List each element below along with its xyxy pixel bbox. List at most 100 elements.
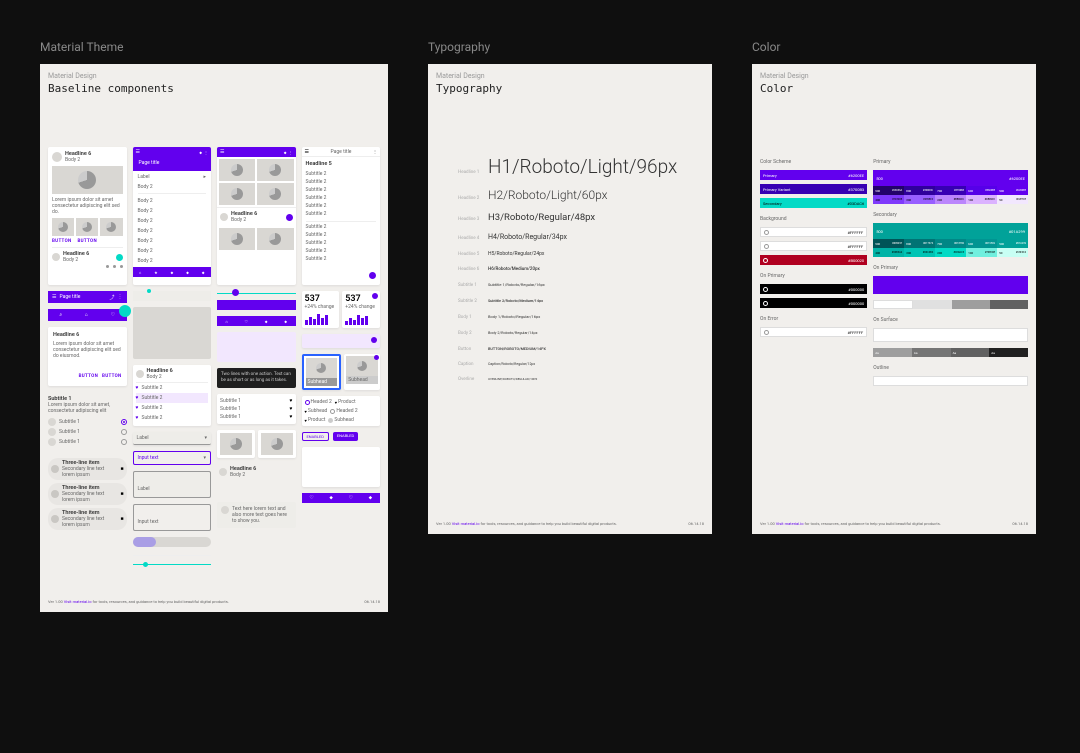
sheet (302, 447, 381, 487)
typography-panel: Material Design Typography Headline 1H1/… (428, 64, 712, 534)
swatch-on-error: #FFFFFF (760, 327, 867, 337)
pie-icon (357, 361, 367, 371)
on-surface-sample (873, 328, 1028, 342)
tone-swatch: 800#017374 (904, 239, 935, 248)
tone-swatch: 50#F2E7FE (997, 195, 1028, 204)
swatch-primary-variant: Primary Variant#3700B3 (760, 184, 867, 194)
footer: Ver 1.00 Visit material.io for tools, re… (436, 521, 704, 526)
tone-swatch: 200#03DAC5 (935, 248, 966, 257)
tone-swatch: 900#005457 (873, 239, 904, 248)
tabs: ⌂♡⬥⬥ (217, 316, 296, 326)
list-item[interactable]: Three-line itemSecondary line text lorem… (48, 458, 127, 480)
banner (217, 332, 296, 362)
panel-header: Material Design (760, 72, 1028, 80)
pie-icon (231, 188, 243, 200)
bottom-nav: ♡⬥♡⬥ (302, 493, 381, 503)
chip-row: Text here lorem text and also more text … (217, 502, 296, 528)
pie-icon (269, 188, 281, 200)
tone-swatch: 100#DBB2FF (966, 195, 997, 204)
more-icon[interactable]: ⋮ (118, 294, 123, 300)
typography-scale-row: CaptionCaption/Roboto/Regular/12px (458, 362, 704, 367)
card-small (217, 430, 255, 458)
card-button[interactable]: BUTTON (77, 239, 96, 244)
app-bar: ☰Page title⤴⋮ (48, 291, 127, 303)
footer: Ver 1.00 Visit material.io for tools, re… (48, 599, 380, 604)
tone-swatch: 700#3700B3 (935, 186, 966, 195)
footer: Ver 1.00 Visit material.io for tools, re… (760, 521, 1028, 526)
share-icon[interactable]: ⤴ (109, 294, 114, 301)
chip[interactable]: ENABLED (333, 432, 358, 441)
on-primary-sample (873, 276, 1028, 294)
color-panel: Material Design Color Color Scheme Prima… (752, 64, 1036, 534)
panel-subtitle: Typography (436, 82, 704, 95)
panel-header: Material Design (48, 72, 380, 80)
banner-small (302, 334, 381, 348)
card-button[interactable]: BUTTON (52, 239, 71, 244)
panel-title-material: Material Theme (40, 40, 388, 54)
tone-swatch: 300#985EFF (904, 195, 935, 204)
footer-link[interactable]: Visit material.io (64, 599, 92, 604)
typography-scale-row: Body 1Body 1/Roboto/Regular/16px (458, 314, 704, 320)
tone-swatch: 400#00B3A6 (873, 248, 904, 257)
pie-icon (269, 233, 281, 245)
tone-swatch: 600#5600E8 (966, 186, 997, 195)
list-item[interactable]: Three-line itemSecondary line text lorem… (48, 483, 127, 505)
divider (133, 555, 212, 556)
snackbar: Two lines with one action. Text can be a… (217, 368, 296, 388)
image-card[interactable]: Subhead (344, 354, 380, 390)
typography-scale-row: Headline 2H2/Roboto/Light/60px (458, 188, 704, 202)
pie-icon (82, 222, 92, 232)
tone-swatch: 500#6200EE (997, 186, 1028, 195)
menu-icon[interactable]: ☰ (52, 294, 56, 300)
typography-scale-row: Subtitle 1Subtitle 1/Roboto/Regular/16px (458, 282, 704, 288)
stat-card: 537 +24% change (342, 291, 380, 328)
typography-scale-row: Headline 1H1/Roboto/Light/96px (458, 155, 704, 178)
chip[interactable]: ENABLED (302, 432, 329, 441)
share-icon[interactable] (113, 265, 116, 268)
bottom-bar: ⌕ ⌂ ♡ (48, 309, 127, 321)
panel-subtitle: Color (760, 82, 1028, 95)
text-field-filled[interactable]: Label▾ (133, 432, 212, 445)
pie-icon (269, 164, 281, 176)
tone-swatch: 600#019592 (966, 239, 997, 248)
dialog-button[interactable]: BUTTON (102, 374, 121, 379)
typography-scale-row: Body 2Body 2/Roboto/Regular/14px (458, 330, 704, 336)
image-grid: ☰ ⬥⋮ Headline 6Body 2 (217, 147, 296, 285)
typography-scale-row: ButtonBUTTON/ROBOTO/MEDIUM/14PX (458, 346, 704, 352)
slider[interactable] (133, 537, 212, 547)
tone-swatch: 900#23036A (873, 186, 904, 195)
outline-sample (873, 376, 1028, 386)
swatch-background: #FFFFFF (760, 227, 867, 237)
tone-swatch: 300#00C4B4 (904, 248, 935, 257)
text-field-outlined[interactable]: Input text▾ (133, 451, 212, 465)
search-icon[interactable]: ⌕ (59, 312, 62, 318)
tone-swatch: 500#01A299 (997, 239, 1028, 248)
panel-subtitle: Baseline components (48, 82, 380, 95)
card-small (258, 430, 296, 458)
heart-icon[interactable]: ♡ (111, 312, 115, 318)
dialog-button[interactable]: BUTTON (79, 374, 98, 379)
panel-title-color: Color (752, 40, 1036, 54)
home-icon[interactable]: ⌂ (85, 312, 88, 318)
list-item[interactable]: Three-line itemSecondary line text lorem… (48, 508, 127, 530)
heart-icon[interactable] (106, 265, 109, 268)
swatch-secondary: Secondary#03DAC6 (760, 198, 867, 208)
typography-scale-row: OverlineOVERLINE/ROBOTO/REGULAR/10PX (458, 377, 704, 382)
menu: Subtitle 1♥ Subtitle 1♥ Subtitle 1♥ (217, 394, 296, 424)
list-with-actions: Headline 6Body 2 ♥Subtitle 2 ♥Subtitle 2… (133, 365, 212, 426)
text-field-outlined-gray[interactable]: Label (133, 471, 212, 498)
typography-scale-row: Headline 5H5/Roboto/Regular/24px (458, 251, 704, 257)
footer-link[interactable]: Visit material.io (776, 521, 804, 526)
swatch-surface: #FFFFFF (760, 241, 867, 251)
panel-header: Material Design (436, 72, 704, 80)
tone-swatch: 200#BB86FC (935, 195, 966, 204)
app-bar-bottom (217, 300, 296, 310)
text-field-outlined-gray[interactable]: Input text (133, 504, 212, 531)
card-component: Headline 6 Body 2 Lorem ipsum dolor sit … (48, 147, 127, 285)
more-icon[interactable] (120, 265, 123, 268)
pie-icon (316, 363, 326, 373)
panel-title-typography: Typography (428, 40, 712, 54)
image-card-selected[interactable]: Subhead (302, 354, 342, 390)
tone-swatch: 700#018786 (935, 239, 966, 248)
footer-link[interactable]: Visit material.io (452, 521, 480, 526)
